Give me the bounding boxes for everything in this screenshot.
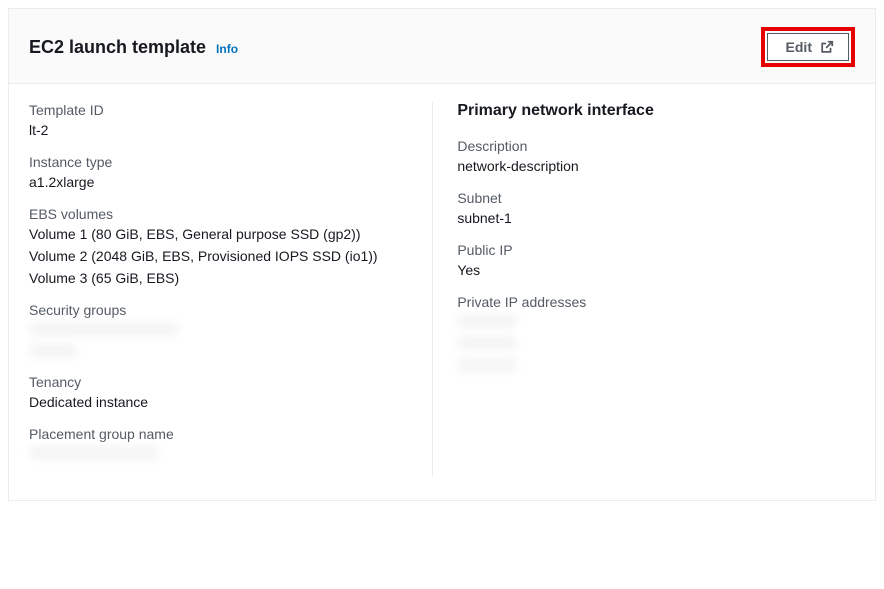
public-ip-label: Public IP [457, 242, 855, 258]
edit-button-highlight: Edit [761, 27, 855, 67]
panel-body: Template ID lt-2 Instance type a1.2xlarg… [9, 84, 875, 500]
template-id-field: Template ID lt-2 [29, 102, 412, 138]
info-link[interactable]: Info [216, 42, 238, 56]
subnet-label: Subnet [457, 190, 855, 206]
security-groups-label: Security groups [29, 302, 412, 318]
tenancy-field: Tenancy Dedicated instance [29, 374, 412, 410]
instance-type-label: Instance type [29, 154, 412, 170]
network-interface-title: Primary network interface [457, 102, 855, 120]
panel-header-left: EC2 launch template Info [29, 37, 238, 58]
tenancy-value: Dedicated instance [29, 394, 412, 410]
placement-group-label: Placement group name [29, 426, 412, 442]
instance-type-value: a1.2xlarge [29, 174, 412, 190]
template-id-label: Template ID [29, 102, 412, 118]
panel-header: EC2 launch template Info Edit [9, 9, 875, 84]
public-ip-value: Yes [457, 262, 855, 278]
description-value: network-description [457, 158, 855, 174]
private-ips-label: Private IP addresses [457, 294, 855, 310]
edit-button[interactable]: Edit [767, 33, 849, 61]
template-id-value: lt-2 [29, 122, 412, 138]
panel-title: EC2 launch template [29, 37, 206, 58]
ebs-volume-line: Volume 3 (65 GiB, EBS) [29, 270, 412, 286]
launch-template-panel: EC2 launch template Info Edit Template I… [8, 8, 876, 501]
right-column: Primary network interface Description ne… [433, 102, 875, 476]
left-column: Template ID lt-2 Instance type a1.2xlarg… [9, 102, 433, 476]
security-groups-redacted [29, 322, 412, 358]
private-ips-field: Private IP addresses [457, 294, 855, 372]
security-groups-field: Security groups [29, 302, 412, 358]
ebs-volumes-field: EBS volumes Volume 1 (80 GiB, EBS, Gener… [29, 206, 412, 286]
placement-group-redacted [29, 446, 412, 460]
external-link-icon [820, 40, 834, 54]
private-ips-redacted [457, 314, 855, 372]
description-label: Description [457, 138, 855, 154]
public-ip-field: Public IP Yes [457, 242, 855, 278]
ebs-volume-line: Volume 1 (80 GiB, EBS, General purpose S… [29, 226, 412, 242]
tenancy-label: Tenancy [29, 374, 412, 390]
subnet-field: Subnet subnet-1 [457, 190, 855, 226]
ebs-volumes-label: EBS volumes [29, 206, 412, 222]
subnet-value: subnet-1 [457, 210, 855, 226]
edit-button-label: Edit [786, 39, 812, 55]
ebs-volume-line: Volume 2 (2048 GiB, EBS, Provisioned IOP… [29, 248, 412, 264]
description-field: Description network-description [457, 138, 855, 174]
instance-type-field: Instance type a1.2xlarge [29, 154, 412, 190]
placement-group-field: Placement group name [29, 426, 412, 460]
